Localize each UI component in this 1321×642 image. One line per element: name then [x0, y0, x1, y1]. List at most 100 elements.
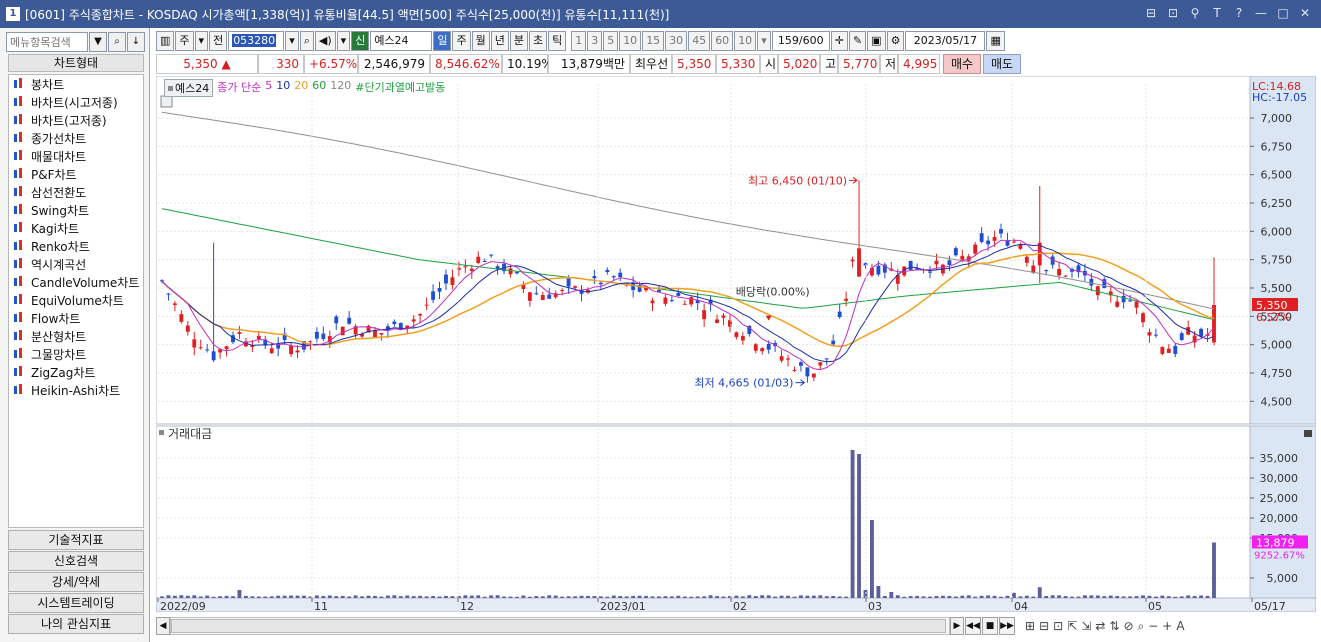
chart-type-item[interactable]: 바차트(고저종)	[9, 111, 143, 129]
code-dropdown-icon[interactable]: ▾	[285, 31, 299, 51]
candle-body	[534, 293, 539, 295]
chart-type-header[interactable]: 차트형태	[8, 54, 144, 72]
market-dropdown-icon[interactable]: ▾	[194, 31, 209, 51]
candle-chart-icon	[12, 348, 25, 360]
prev-button[interactable]: 전	[209, 31, 228, 51]
chart-type-item[interactable]: Flow차트	[9, 309, 143, 327]
tile-icon[interactable]: ⊡	[1165, 5, 1181, 21]
legend-ma20: 20	[294, 79, 309, 92]
chart-tool-icon[interactable]: ⇱	[1067, 619, 1077, 634]
stop-icon[interactable]: ■	[982, 617, 998, 635]
chart-type-item[interactable]: 매물대차트	[9, 147, 143, 165]
chart-type-item[interactable]: CandleVolume차트	[9, 273, 143, 291]
crosshair-tool-icon[interactable]: ✛	[830, 31, 848, 51]
market-select[interactable]: 주	[175, 31, 194, 51]
layout-icon[interactable]: ⊟	[1143, 5, 1159, 21]
data-count-field[interactable]: 159/600	[771, 31, 830, 51]
chart-type-item[interactable]: Kagi차트	[9, 219, 143, 237]
period-button[interactable]: 월	[471, 31, 490, 51]
chart-menu-icon[interactable]: ▥	[156, 31, 175, 51]
chart-tool-icon[interactable]: ⊟	[1039, 619, 1049, 634]
chart-type-item[interactable]: 그물망차트	[9, 345, 143, 363]
chart-tool-icon[interactable]: ⊡	[1053, 619, 1063, 634]
speaker-dropdown-icon[interactable]: ▾	[336, 31, 351, 51]
help-icon[interactable]: ?	[1231, 5, 1247, 21]
interval-button[interactable]: 45	[688, 31, 711, 51]
left-bottom-tab[interactable]: 나의 관심지표	[8, 614, 144, 634]
period-button[interactable]: 년	[490, 31, 509, 51]
chart-type-item[interactable]: 종가선차트	[9, 129, 143, 147]
date-input[interactable]: 2023/05/17	[905, 31, 986, 51]
close-button[interactable]: ✕	[1297, 5, 1313, 21]
magnifier-icon[interactable]: ⌕	[299, 31, 314, 51]
volume-bar	[527, 596, 532, 598]
interval-value[interactable]: 10	[734, 31, 757, 51]
chart-type-item[interactable]: ZigZag차트	[9, 363, 143, 381]
maximize-button[interactable]: □	[1275, 5, 1291, 21]
candle-chart-icon	[12, 96, 25, 108]
interval-button[interactable]: 10	[619, 31, 642, 51]
interval-button[interactable]: 3	[587, 31, 603, 51]
chart-svg[interactable]: 7,0006,7506,5006,2506,0005,7505,5005,250…	[156, 76, 1316, 612]
chart-type-item[interactable]: Swing차트	[9, 201, 143, 219]
chart-tool-icon[interactable]: ⌕	[1138, 619, 1145, 634]
chart-area[interactable]: 7,000 6,750 6,500 6,250 6,000 5,750 5,500 5,250…	[156, 76, 1316, 612]
chart-type-item[interactable]: 역시계곡선	[9, 255, 143, 273]
chart-tool-icon[interactable]: +	[1162, 619, 1172, 634]
chart-type-item[interactable]: P&F차트	[9, 165, 143, 183]
period-button[interactable]: 일	[433, 31, 452, 51]
scroll-left-icon[interactable]: ◀	[156, 617, 170, 635]
calendar-icon[interactable]: ▦	[986, 31, 1005, 51]
candle-body	[211, 351, 216, 361]
pin-icon[interactable]: ⚲	[1187, 5, 1203, 21]
sell-button[interactable]: 매도	[983, 54, 1021, 74]
settings-gear-icon[interactable]: ⚙	[886, 31, 905, 51]
interval-button[interactable]: 1	[571, 31, 587, 51]
draw-tool-icon[interactable]: ✎	[848, 31, 867, 51]
left-bottom-tab[interactable]: 신호검색	[8, 551, 144, 571]
period-button[interactable]: 틱	[548, 31, 567, 51]
font-icon[interactable]: T	[1209, 5, 1225, 21]
chart-type-item[interactable]: 삼선전환도	[9, 183, 143, 201]
chart-tool-icon[interactable]: −	[1148, 619, 1158, 634]
chart-tool-icon[interactable]: ⇅	[1109, 619, 1119, 634]
chart-type-item[interactable]: Renko차트	[9, 237, 143, 255]
scroll-track[interactable]	[170, 617, 950, 635]
interval-dropdown-icon[interactable]: ▾	[757, 31, 771, 51]
stock-code-input[interactable]: 053280	[228, 31, 285, 51]
search-icon[interactable]: ⌕	[108, 32, 126, 52]
left-bottom-tab[interactable]: 기술적지표	[8, 530, 144, 550]
chart-tool-icon[interactable]: ⊞	[1025, 619, 1035, 634]
download-icon[interactable]: ↓	[127, 32, 145, 52]
minimize-button[interactable]: —	[1253, 5, 1269, 21]
chart-tool-icon[interactable]: ⇲	[1081, 619, 1091, 634]
rewind-icon[interactable]: ◀◀	[965, 617, 981, 635]
chart-type-item[interactable]: 분산형차트	[9, 327, 143, 345]
chart-type-item[interactable]: 바차트(시고저종)	[9, 93, 143, 111]
scroll-right-icon[interactable]: ▶	[950, 617, 964, 635]
interval-button[interactable]: 60	[711, 31, 734, 51]
buy-button[interactable]: 매수	[943, 54, 981, 74]
period-button[interactable]: 분	[509, 31, 528, 51]
chart-tool-icon[interactable]: ⊘	[1123, 619, 1133, 634]
chart-type-item[interactable]: EquiVolume차트	[9, 291, 143, 309]
volume-bar	[799, 595, 803, 598]
period-button[interactable]: 초	[528, 31, 548, 51]
interval-button[interactable]: 5	[603, 31, 619, 51]
chart-type-item[interactable]: 봉차트	[9, 75, 143, 93]
chart-tool-icon[interactable]: A	[1176, 619, 1184, 634]
interval-button[interactable]: 30	[665, 31, 688, 51]
left-bottom-tab[interactable]: 시스템트레이딩	[8, 593, 144, 613]
stock-name-field[interactable]: 예스24	[370, 31, 433, 51]
speaker-icon[interactable]: ◀)	[314, 31, 336, 51]
interval-button[interactable]: 15	[642, 31, 665, 51]
chart-tool-icon[interactable]: ⇄	[1095, 619, 1105, 634]
save-icon[interactable]: ▣	[867, 31, 886, 51]
menu-search-input[interactable]	[6, 32, 88, 52]
chart-type-item[interactable]: Heikin-Ashi차트	[9, 381, 143, 399]
dropdown-icon[interactable]: ▼	[89, 32, 107, 52]
period-button[interactable]: 주	[452, 31, 471, 51]
left-bottom-tab[interactable]: 강세/약세	[8, 572, 144, 592]
forward-icon[interactable]: ▶▶	[999, 617, 1015, 635]
scroll-thumb[interactable]	[171, 619, 946, 633]
